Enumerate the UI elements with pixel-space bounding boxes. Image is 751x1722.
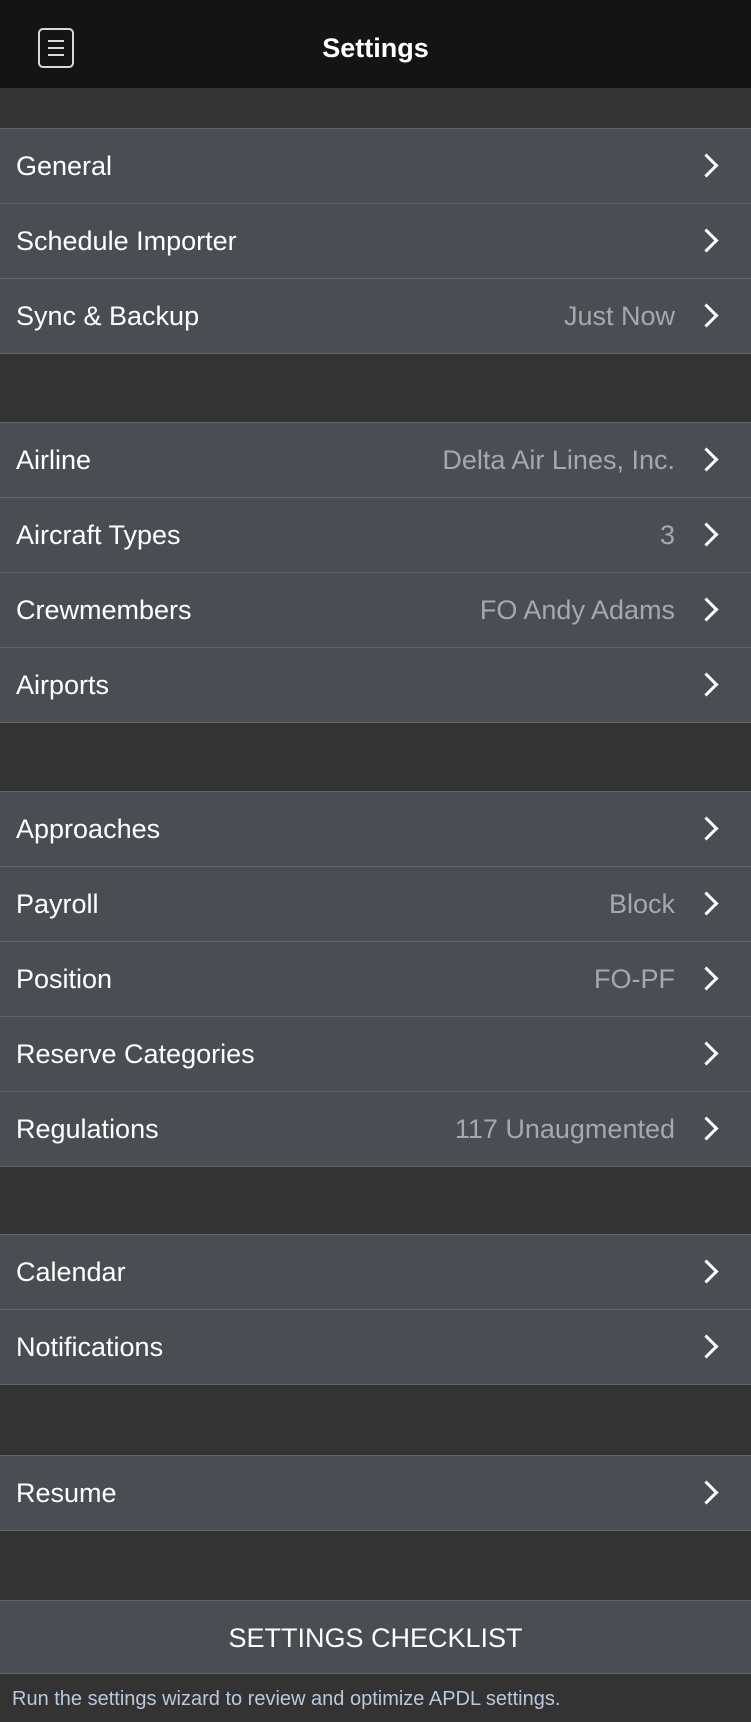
row-label: Notifications: [16, 1332, 164, 1362]
chevron-right-icon: [694, 1041, 719, 1066]
settings-group-resume: Resume: [0, 1455, 751, 1531]
settings-row-resume[interactable]: Resume: [0, 1456, 751, 1530]
page-title: Settings: [322, 33, 429, 63]
row-label: General: [16, 151, 113, 181]
settings-row-payroll[interactable]: Payroll Block: [0, 867, 751, 942]
row-label: Approaches: [16, 814, 161, 844]
navigation-bar: Settings: [0, 0, 751, 88]
settings-row-regulations[interactable]: Regulations 117 Unaugmented: [0, 1092, 751, 1166]
chevron-right-icon: [694, 522, 719, 547]
chevron-right-icon: [694, 891, 719, 916]
settings-row-airline[interactable]: Airline Delta Air Lines, Inc.: [0, 423, 751, 498]
row-label: Calendar: [16, 1257, 126, 1287]
settings-group-alerts: Calendar Notifications: [0, 1234, 751, 1385]
row-label: Regulations: [16, 1114, 159, 1144]
row-value: 3: [659, 520, 675, 550]
row-label: Position: [16, 964, 113, 994]
settings-checklist-button[interactable]: SETTINGS CHECKLIST: [0, 1600, 751, 1674]
settings-row-aircraft-types[interactable]: Aircraft Types 3: [0, 498, 751, 573]
settings-group-airline: Airline Delta Air Lines, Inc. Aircraft T…: [0, 422, 751, 723]
settings-row-reserve-categories[interactable]: Reserve Categories: [0, 1017, 751, 1092]
chevron-right-icon: [694, 1259, 719, 1284]
settings-row-notifications[interactable]: Notifications: [0, 1310, 751, 1384]
chevron-right-icon: [694, 1116, 719, 1141]
row-label: Schedule Importer: [16, 226, 237, 256]
settings-row-calendar[interactable]: Calendar: [0, 1235, 751, 1310]
row-label: Aircraft Types: [16, 520, 181, 550]
row-label: Airports: [16, 670, 110, 700]
settings-row-schedule-importer[interactable]: Schedule Importer: [0, 204, 751, 279]
chevron-right-icon: [694, 447, 719, 472]
row-value: Block: [608, 889, 675, 919]
chevron-right-icon: [694, 303, 719, 328]
settings-row-crewmembers[interactable]: Crewmembers FO Andy Adams: [0, 573, 751, 648]
settings-group-sync: General Schedule Importer Sync & Backup …: [0, 128, 751, 354]
chevron-right-icon: [694, 816, 719, 841]
settings-row-general[interactable]: General: [0, 129, 751, 204]
chevron-right-icon: [694, 153, 719, 178]
chevron-right-icon: [694, 672, 719, 697]
row-label: Resume: [16, 1478, 117, 1508]
row-label: Payroll: [16, 889, 99, 919]
row-value: FO Andy Adams: [479, 595, 675, 625]
settings-row-approaches[interactable]: Approaches: [0, 792, 751, 867]
chevron-right-icon: [694, 228, 719, 253]
row-value: Just Now: [563, 301, 675, 331]
row-label: Airline: [16, 445, 92, 475]
row-value: 117 Unaugmented: [454, 1114, 675, 1144]
chevron-right-icon: [694, 1480, 719, 1505]
row-label: Crewmembers: [16, 595, 192, 625]
settings-row-airports[interactable]: Airports: [0, 648, 751, 722]
row-label: Sync & Backup: [16, 301, 200, 331]
settings-row-position[interactable]: Position FO-PF: [0, 942, 751, 1017]
chevron-right-icon: [694, 1334, 719, 1359]
row-label: Reserve Categories: [16, 1039, 255, 1069]
settings-group-operations: Approaches Payroll Block Position FO-PF …: [0, 791, 751, 1167]
chevron-right-icon: [694, 966, 719, 991]
settings-row-sync-backup[interactable]: Sync & Backup Just Now: [0, 279, 751, 353]
chevron-right-icon: [694, 597, 719, 622]
settings-checklist-note: Run the settings wizard to review and op…: [12, 1688, 561, 1710]
row-value: Delta Air Lines, Inc.: [442, 445, 675, 475]
row-value: FO-PF: [594, 964, 675, 994]
